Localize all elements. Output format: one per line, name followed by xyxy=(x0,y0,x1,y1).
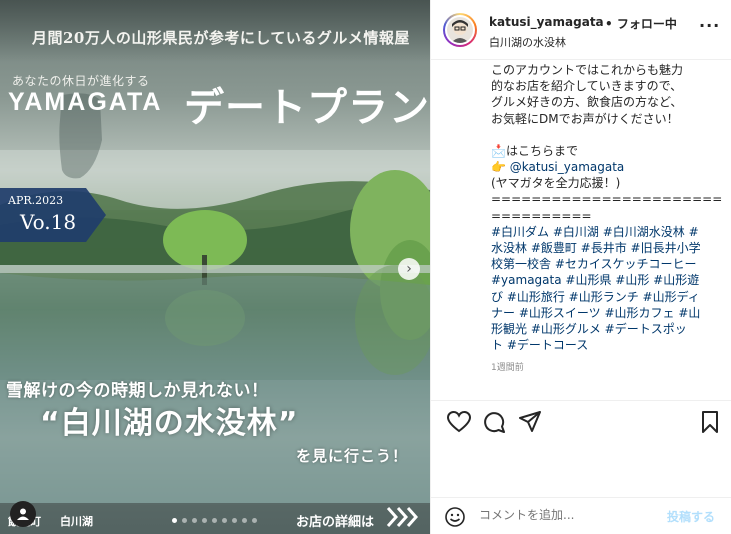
comment-input[interactable] xyxy=(479,508,649,522)
hashtag-line[interactable]: #yamagata #山形県 #山形 #山形遊 xyxy=(491,272,723,288)
carousel-dot xyxy=(222,518,227,523)
issue-volume: Vo.18 xyxy=(20,210,77,234)
carousel-dot xyxy=(192,518,197,523)
triple-chevron-icon xyxy=(386,507,419,527)
heart-icon[interactable] xyxy=(447,411,471,433)
user-icon xyxy=(17,508,29,520)
post-time[interactable]: 1週間前 xyxy=(491,360,524,373)
image-location-2: 白川湖 xyxy=(60,515,93,528)
hashtag-line[interactable]: 校第一校舎 #セカイスケッチコーヒー xyxy=(491,256,723,272)
hashtag-line[interactable]: 形観光 #山形グルメ #デートスポッ xyxy=(491,321,723,337)
hashtag-line[interactable]: ナー #山形スイーツ #山形カフェ #山 xyxy=(491,305,723,321)
avatar[interactable] xyxy=(443,13,477,47)
carousel-dot xyxy=(252,518,257,523)
chevron-right-icon: › xyxy=(406,261,412,277)
hashtag-line[interactable]: 水没林 #飯豊町 #長井市 #旧長井小学 xyxy=(491,240,723,256)
caption-mention-line: 👉 @katusi_yamagata xyxy=(491,159,723,175)
carousel-indicator xyxy=(172,518,257,523)
pointer-text: 👉 xyxy=(491,160,510,175)
next-image-button[interactable]: › xyxy=(398,258,420,280)
post-image[interactable]: 月間20万人の山形県民が参考にしているグルメ情報屋 あなたの休日が進化する YA… xyxy=(0,0,430,534)
send-icon[interactable] xyxy=(519,411,541,433)
post-sidebar: katusi_yamagata • フォロー中 白川湖の水没林 ··· このアカ… xyxy=(430,0,731,534)
caption-intro-line: 的なお店を紹介していきますので、 xyxy=(491,79,683,94)
image-headline-2: “白川湖の水没林” xyxy=(40,406,299,441)
caption-intro-line: グルメ好きの方、飲食店の方など、 xyxy=(491,95,683,110)
caption-contact: 📩はこちらまで xyxy=(491,143,578,158)
caption: このアカウントではこれからも魅力 的なお店を紹介していきますので、 グルメ好きの方、… xyxy=(491,62,723,382)
caption-intro: このアカウントではこれからも魅力 的なお店を紹介していきますので、 グルメ好きの方、… xyxy=(491,62,723,127)
caption-divider-1: ========================= xyxy=(491,192,723,207)
instagram-post-view: 月間20万人の山形県民が参考にしているグルメ情報屋 あなたの休日が進化する YA… xyxy=(0,0,731,534)
issue-badge: APR.2023 Vo.18 xyxy=(0,188,106,242)
following-button[interactable]: • フォロー中 xyxy=(605,15,677,32)
image-tagline: 月間20万人の山形県民が参考にしているグルメ情報屋 xyxy=(32,29,410,47)
caption-intro-line: お気軽にDMでお声がけください！ xyxy=(491,111,679,126)
bookmark-icon[interactable] xyxy=(701,411,719,433)
image-brand: YAMAGATA xyxy=(8,88,163,116)
carousel-dot xyxy=(182,518,187,523)
avatar-illustration-icon xyxy=(451,20,469,43)
location-link[interactable]: 白川湖の水没林 xyxy=(489,34,566,50)
comment-bar: 投稿する xyxy=(431,497,731,534)
hashtag-line[interactable]: ト #デートコース xyxy=(491,337,723,353)
post-header: katusi_yamagata • フォロー中 白川湖の水没林 ··· xyxy=(431,0,731,60)
caption-divider-2: ========== xyxy=(491,208,592,223)
username-link[interactable]: katusi_yamagata xyxy=(489,15,604,29)
carousel-dot xyxy=(202,518,207,523)
caption-intro-line: このアカウントではこれからも魅力 xyxy=(491,63,684,77)
post-comment-button[interactable]: 投稿する xyxy=(667,508,715,525)
hashtag-line[interactable]: び #山形旅行 #山形ランチ #山形ディ xyxy=(491,289,723,305)
emoji-icon[interactable] xyxy=(445,507,465,527)
tagged-user-button[interactable] xyxy=(10,501,36,527)
carousel-dot xyxy=(172,518,177,523)
carousel-dot xyxy=(232,518,237,523)
action-bar xyxy=(431,400,731,442)
comment-icon[interactable] xyxy=(483,411,505,433)
issue-date: APR.2023 xyxy=(8,194,64,207)
carousel-dot xyxy=(242,518,247,523)
carousel-dot xyxy=(212,518,217,523)
image-subtitle: あなたの休日が進化する xyxy=(12,74,150,88)
image-brand-suffix: デートプラン xyxy=(184,85,430,131)
hashtag-line[interactable]: #白川ダム #白川湖 #白川湖水没林 # xyxy=(491,224,723,240)
image-headline-3: を見に行こう！ xyxy=(296,447,409,465)
caption-support: (ヤマガタを全力応援！) xyxy=(491,176,621,191)
mention-link[interactable]: @katusi_yamagata xyxy=(510,160,625,174)
more-horizontal-icon[interactable]: ··· xyxy=(699,16,720,35)
details-label: お店の詳細は xyxy=(296,515,375,530)
hashtag-list[interactable]: #白川ダム #白川湖 #白川湖水没林 # 水没林 #飯豊町 #長井市 #旧長井小学… xyxy=(491,224,723,354)
